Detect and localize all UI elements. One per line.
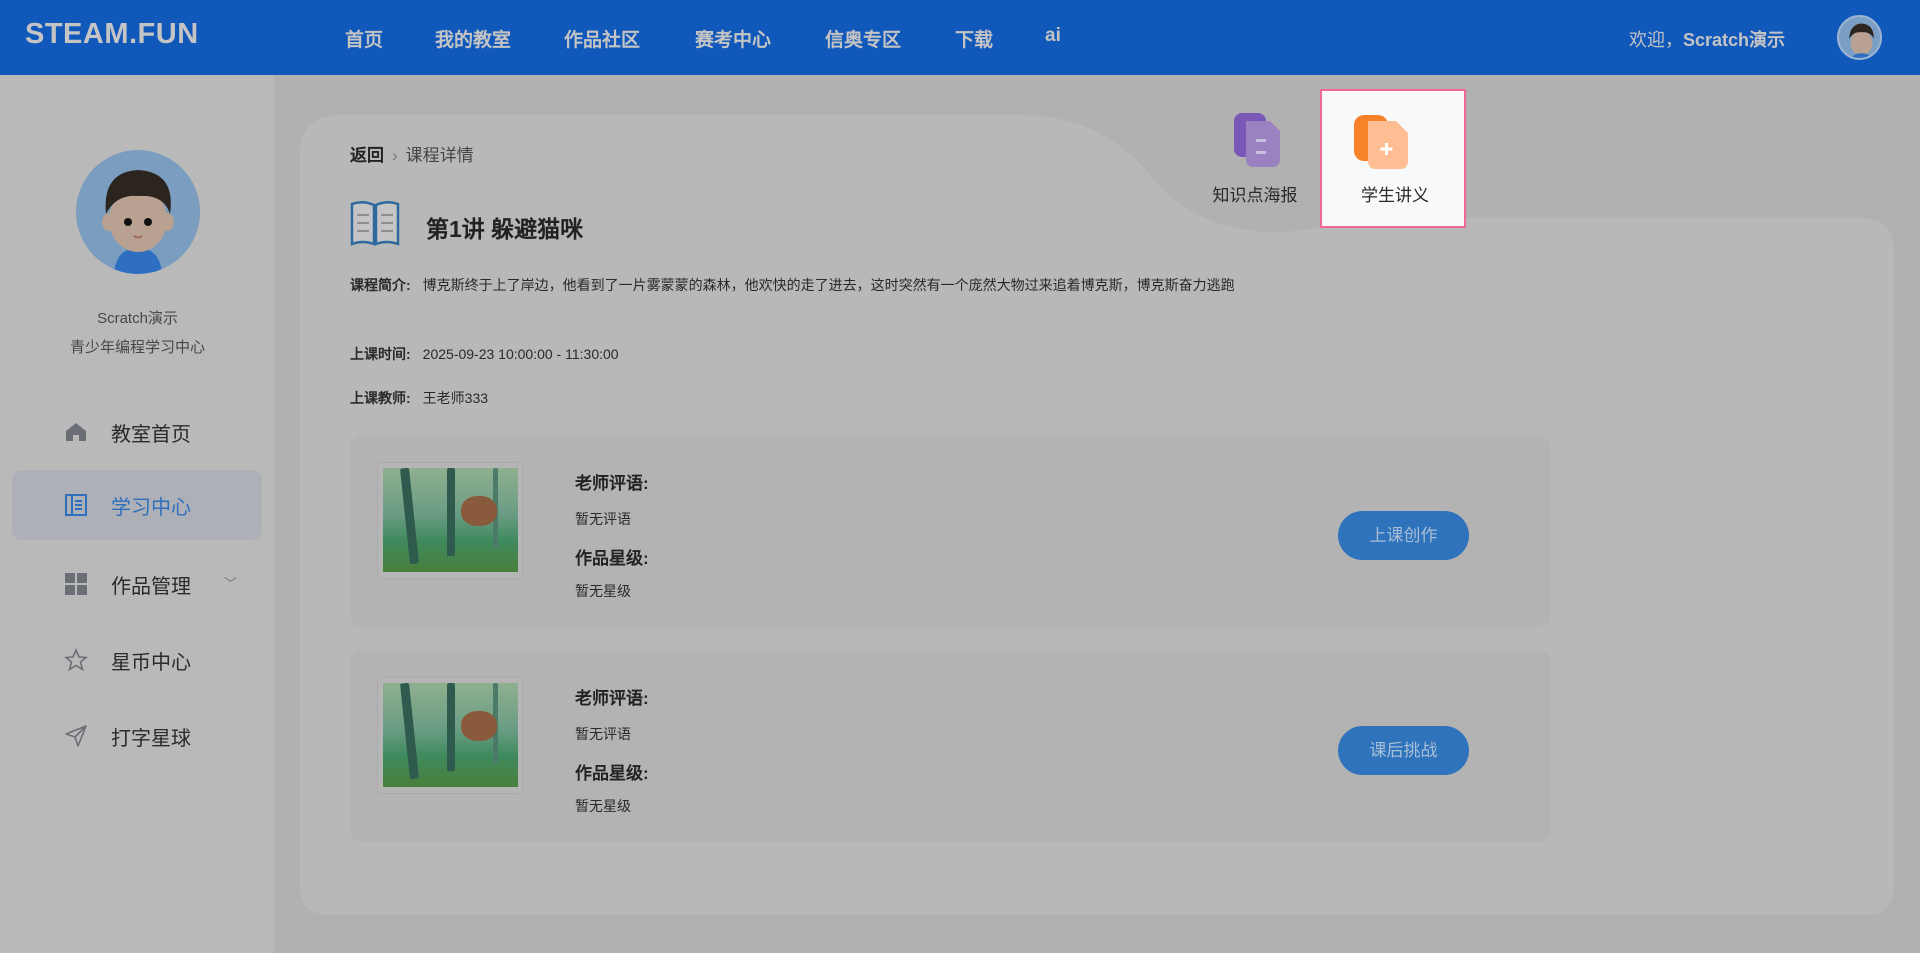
username: Scratch演示 bbox=[1683, 30, 1786, 50]
profile-name: Scratch演示 bbox=[97, 310, 178, 327]
knowledge-poster-button[interactable]: 知识点海报 bbox=[1182, 89, 1328, 228]
student-handout-button[interactable]: 学生讲义 bbox=[1320, 89, 1466, 228]
nav-home[interactable]: 首页 bbox=[345, 25, 383, 52]
after-class-challenge-button[interactable]: 课后挑战 bbox=[1338, 726, 1469, 775]
logo[interactable]: STEAM.FUN bbox=[25, 18, 199, 51]
rating-value: 暂无星级 bbox=[575, 798, 631, 814]
sidebar-item-label: 星币中心 bbox=[111, 652, 191, 674]
cat-sprite bbox=[461, 496, 497, 526]
sidebar-item-label: 作品管理 bbox=[111, 576, 191, 598]
poster-doc-icon bbox=[1234, 113, 1280, 167]
comment-value: 暂无评语 bbox=[575, 511, 631, 527]
cat-sprite bbox=[461, 711, 497, 741]
profile-avatar bbox=[76, 150, 200, 274]
work-thumbnail[interactable] bbox=[377, 677, 523, 794]
comment-label: 老师评语: bbox=[575, 474, 649, 493]
sidebar-item-label: 打字星球 bbox=[111, 728, 191, 750]
rating-value: 暂无星级 bbox=[575, 583, 631, 599]
sidebar-item-classroom-home[interactable]: 教室首页 bbox=[12, 397, 262, 467]
rating-label: 作品星级: bbox=[575, 549, 649, 568]
lesson-card: 老师评语: 暂无评语 作品星级: 暂无星级 课后挑战 bbox=[350, 651, 1551, 842]
course-teacher: 上课教师: 王老师333 bbox=[350, 385, 1260, 411]
start-creation-button[interactable]: 上课创作 bbox=[1338, 511, 1469, 560]
course-time: 上课时间: 2025-09-23 10:00:00 - 11:30:00 bbox=[350, 341, 1260, 367]
nav-olympiad[interactable]: 信奥专区 bbox=[825, 25, 901, 52]
rating-label: 作品星级: bbox=[575, 764, 649, 783]
top-header: STEAM.FUN 首页 我的教室 作品社区 赛考中心 信奥专区 下载 ai 欢… bbox=[0, 0, 1920, 75]
user-avatar[interactable] bbox=[1837, 15, 1882, 60]
sidebar-item-label: 学习中心 bbox=[111, 497, 191, 519]
tool-label: 学生讲义 bbox=[1361, 186, 1429, 205]
time-value: 2025-09-23 10:00:00 - 11:30:00 bbox=[422, 346, 619, 362]
nav-download[interactable]: 下载 bbox=[955, 25, 993, 52]
nav-ai[interactable]: ai bbox=[1045, 25, 1061, 47]
grid-icon bbox=[65, 573, 87, 595]
teacher-label: 上课教师: bbox=[350, 390, 411, 406]
welcome-text: 欢迎，Scratch演示 bbox=[1629, 26, 1785, 52]
breadcrumb: 返回 › 课程详情 bbox=[350, 141, 474, 166]
home-icon bbox=[66, 423, 86, 441]
send-icon bbox=[65, 725, 87, 747]
welcome-prefix: 欢迎， bbox=[1629, 30, 1683, 50]
breadcrumb-current: 课程详情 bbox=[405, 146, 474, 165]
work-thumbnail[interactable] bbox=[377, 462, 523, 579]
book-icon bbox=[350, 201, 400, 246]
time-label: 上课时间: bbox=[350, 346, 411, 362]
sidebar-item-works[interactable]: 作品管理 ﹀ bbox=[12, 549, 262, 619]
intro-text: 博克斯终于上了岸边，他看到了一片雾蒙蒙的森林，他欢快的走了进去，这时突然有一个庞… bbox=[422, 277, 1235, 293]
tool-label: 知识点海报 bbox=[1212, 186, 1298, 205]
comment-value: 暂无评语 bbox=[575, 726, 631, 742]
handout-doc-icon bbox=[1354, 115, 1408, 169]
sidebar-item-star-coins[interactable]: 星币中心 bbox=[12, 625, 262, 695]
sidebar-item-label: 教室首页 bbox=[111, 424, 191, 446]
star-icon bbox=[64, 648, 88, 672]
nav-my-classroom[interactable]: 我的教室 bbox=[435, 25, 511, 52]
nav-community[interactable]: 作品社区 bbox=[564, 25, 640, 52]
profile-org: 青少年编程学习中心 bbox=[69, 339, 205, 356]
teacher-value: 王老师333 bbox=[422, 390, 489, 406]
notebook-icon bbox=[65, 494, 87, 516]
lesson-card: 老师评语: 暂无评语 作品星级: 暂无星级 上课创作 bbox=[350, 436, 1551, 627]
sidebar: Scratch演示 青少年编程学习中心 教室首页 学习中心 作品管理 ﹀ 星币中… bbox=[0, 75, 275, 953]
sidebar-item-learning-center[interactable]: 学习中心 bbox=[12, 470, 262, 540]
course-intro: 课程简介: 博克斯终于上了岸边，他看到了一片雾蒙蒙的森林，他欢快的走了进去，这时突… bbox=[350, 272, 1260, 298]
intro-label: 课程简介: bbox=[350, 277, 411, 293]
course-title: 第1讲 躲避猫咪 bbox=[426, 216, 584, 242]
sidebar-item-typing-planet[interactable]: 打字星球 bbox=[12, 701, 262, 771]
nav-contest[interactable]: 赛考中心 bbox=[695, 25, 771, 52]
back-link[interactable]: 返回 bbox=[350, 146, 384, 165]
breadcrumb-separator-icon: › bbox=[392, 146, 398, 165]
comment-label: 老师评语: bbox=[575, 689, 649, 708]
chevron-down-icon[interactable]: ﹀ bbox=[224, 573, 237, 592]
